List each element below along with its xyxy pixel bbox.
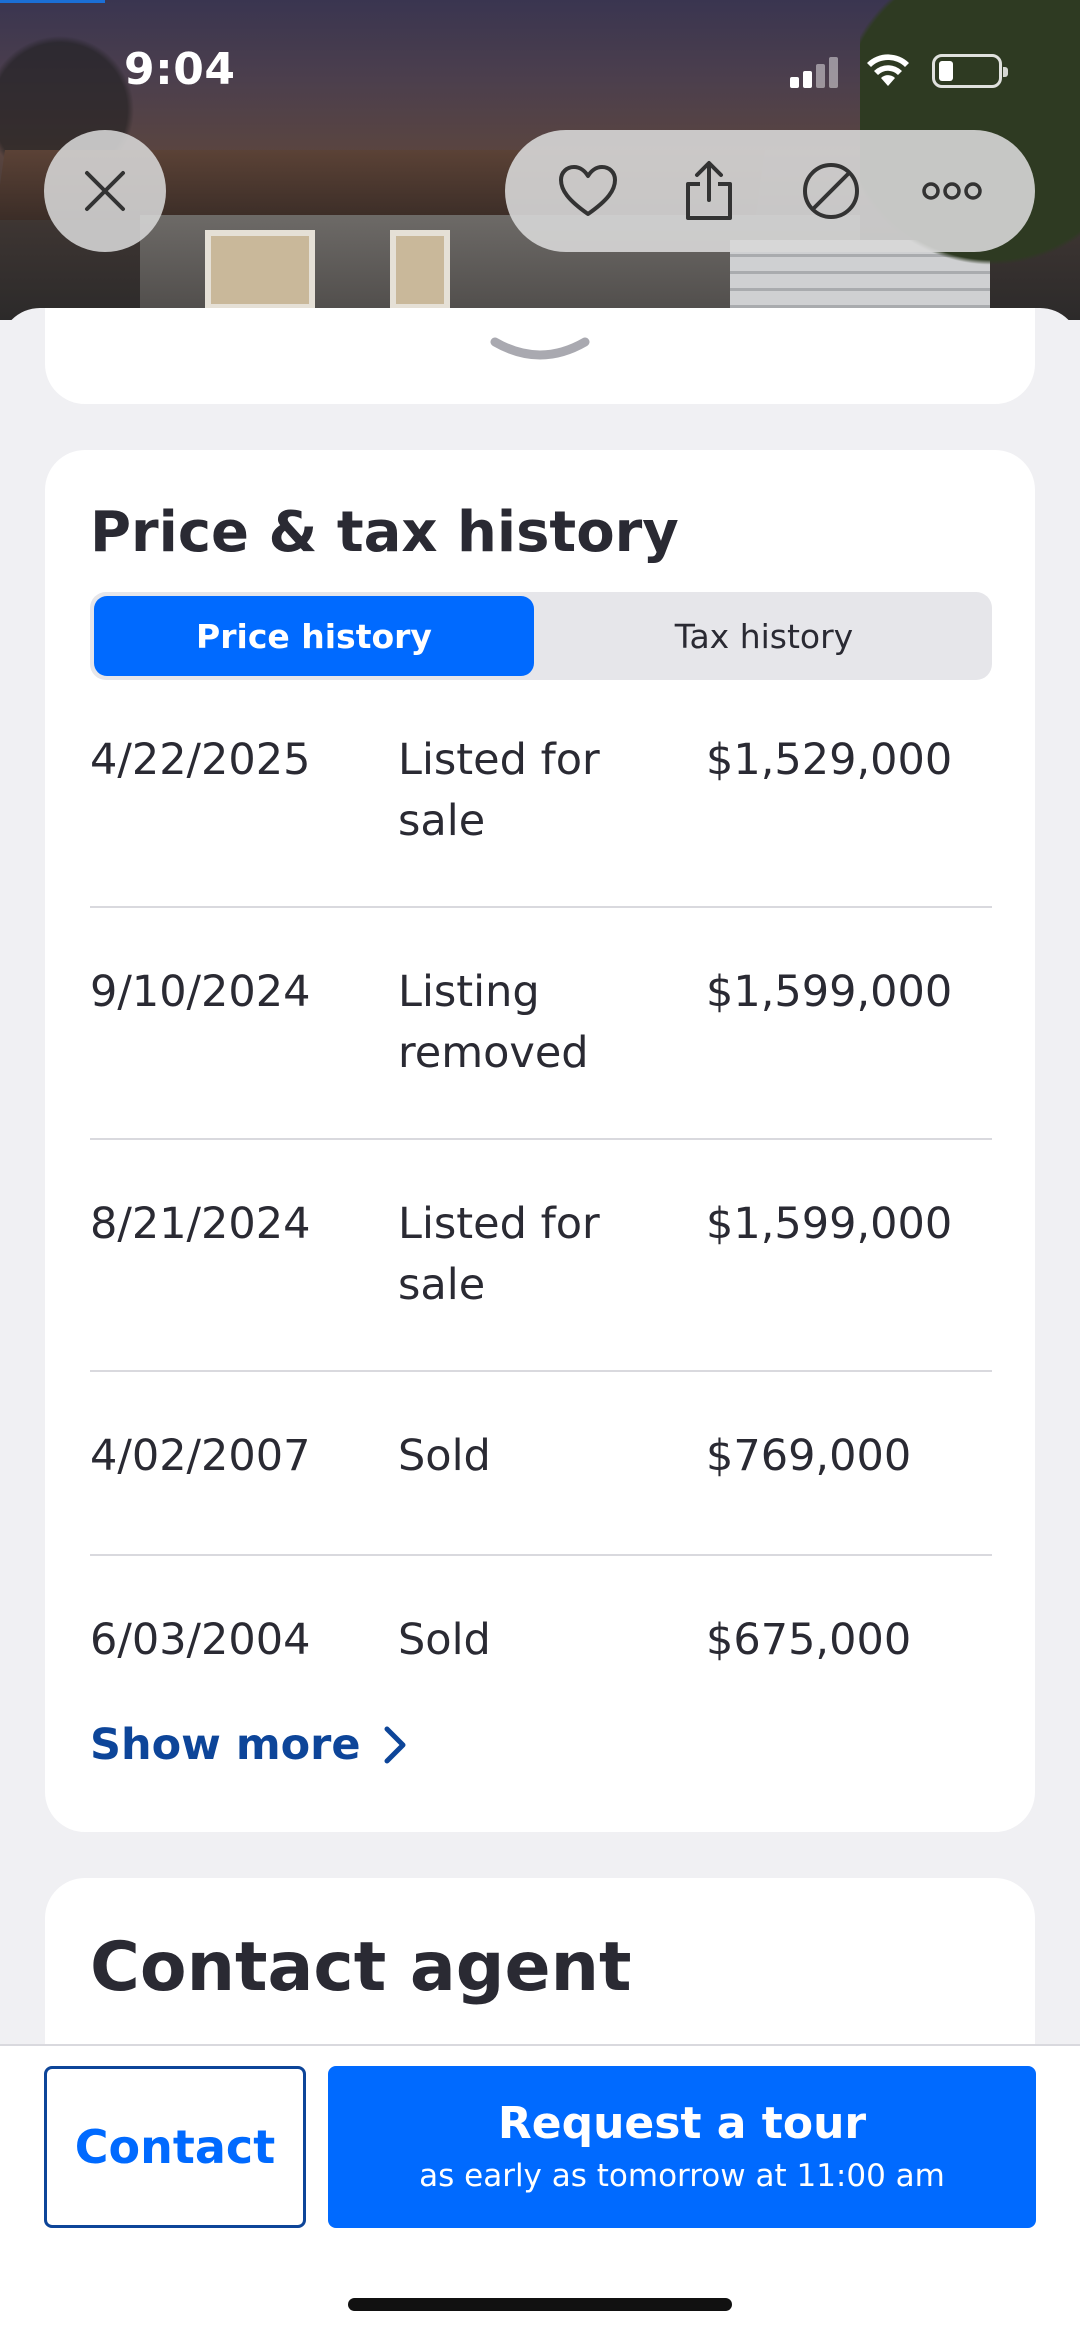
share-button[interactable] xyxy=(664,146,754,236)
history-price: $769,000 xyxy=(706,1431,912,1481)
history-date: 9/10/2024 xyxy=(90,967,311,1017)
history-price: $675,000 xyxy=(706,1615,912,1665)
request-tour-subtitle: as early as tomorrow at 11:00 am xyxy=(419,2158,945,2194)
price-tax-history-card: Price & tax history Price history Tax hi… xyxy=(45,450,1035,1832)
history-date: 4/22/2025 xyxy=(90,735,311,785)
history-date: 4/02/2007 xyxy=(90,1431,311,1481)
cellular-signal-icon xyxy=(790,56,842,88)
battery-icon xyxy=(932,54,1008,88)
photo-door xyxy=(390,230,450,310)
history-price: $1,599,000 xyxy=(706,967,953,1017)
more-button[interactable] xyxy=(907,146,997,236)
history-event: Listed for sale xyxy=(398,735,600,846)
status-bar: 9:04 xyxy=(0,0,1080,140)
request-tour-label: Request a tour xyxy=(497,2098,867,2149)
bottom-action-bar: Contact Request a tour as early as tomor… xyxy=(0,2044,1080,2337)
show-more-link[interactable]: Show more xyxy=(90,1720,407,1770)
history-event: Sold xyxy=(398,1431,491,1481)
history-date: 6/03/2004 xyxy=(90,1615,311,1665)
tab-price-history[interactable]: Price history xyxy=(94,596,534,676)
price-tax-history-title: Price & tax history xyxy=(90,500,679,565)
show-more-label: Show more xyxy=(90,1720,361,1770)
tab-tax-history[interactable]: Tax history xyxy=(540,596,988,676)
history-date: 8/21/2024 xyxy=(90,1199,311,1249)
listing-actions xyxy=(505,130,1035,252)
wifi-icon xyxy=(867,54,909,86)
save-button[interactable] xyxy=(543,146,633,236)
home-indicator[interactable] xyxy=(348,2298,732,2311)
history-event: Sold xyxy=(398,1615,491,1665)
row-divider xyxy=(90,1138,992,1140)
row-divider xyxy=(90,1554,992,1556)
share-icon xyxy=(686,161,733,220)
history-price: $1,529,000 xyxy=(706,735,953,785)
row-divider xyxy=(90,1370,992,1372)
photo-window xyxy=(205,230,315,310)
history-price: $1,599,000 xyxy=(706,1199,953,1249)
more-icon xyxy=(922,182,982,200)
contact-agent-title: Contact agent xyxy=(90,1928,632,2007)
contact-button[interactable]: Contact xyxy=(44,2066,306,2228)
history-event: Listed for sale xyxy=(398,1199,600,1310)
status-time: 9:04 xyxy=(124,44,236,95)
close-icon xyxy=(85,171,125,211)
history-tabs: Price history Tax history xyxy=(90,592,992,680)
hide-button[interactable] xyxy=(786,146,876,236)
close-button[interactable] xyxy=(44,130,166,252)
row-divider xyxy=(90,906,992,908)
chevron-down-icon[interactable] xyxy=(489,334,591,366)
heart-icon xyxy=(558,165,617,216)
request-tour-button[interactable]: Request a tour as early as tomorrow at 1… xyxy=(328,2066,1036,2228)
chevron-right-icon xyxy=(384,1726,406,1764)
hide-icon xyxy=(802,163,859,219)
details-sheet[interactable]: Price & tax history Price history Tax hi… xyxy=(0,308,1080,2337)
history-event: Listing removed xyxy=(398,967,589,1078)
